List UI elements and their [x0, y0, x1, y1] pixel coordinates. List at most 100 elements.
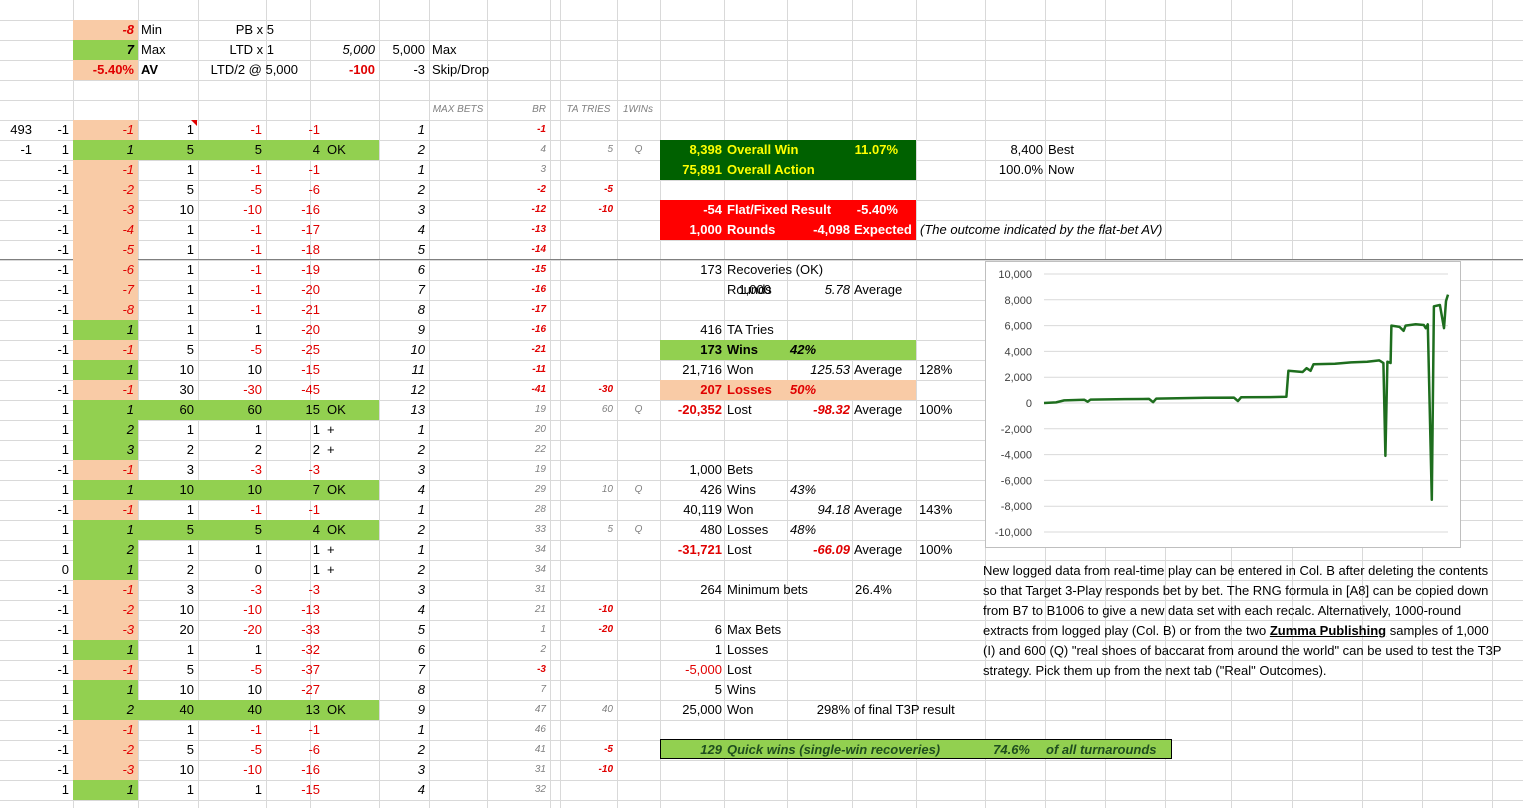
quick-wins-pct[interactable]: 74.6%: [978, 740, 1034, 760]
cell-h[interactable]: 2: [379, 140, 429, 160]
cell-g[interactable]: [324, 620, 379, 640]
cell-h[interactable]: 6: [379, 640, 429, 660]
flat-result-value[interactable]: -54: [660, 200, 726, 220]
cell-br[interactable]: 46: [487, 720, 550, 740]
now-value[interactable]: 100.0%: [985, 160, 1047, 180]
cell-a[interactable]: [0, 720, 36, 740]
cell-ta-tries[interactable]: [560, 780, 617, 800]
cell-d[interactable]: 1: [138, 320, 198, 340]
cell-d[interactable]: 3: [138, 580, 198, 600]
cell-g[interactable]: +: [324, 440, 379, 460]
cell-d[interactable]: 1: [138, 640, 198, 660]
cell-b[interactable]: 1: [36, 520, 73, 540]
min-label-cell[interactable]: Min: [138, 20, 198, 40]
cell-a[interactable]: [0, 420, 36, 440]
cell-d[interactable]: 5: [138, 180, 198, 200]
cell-h[interactable]: 1: [379, 540, 429, 560]
cell-g[interactable]: OK: [324, 520, 379, 540]
max-word-cell[interactable]: Max: [429, 40, 489, 60]
av-value-cell[interactable]: -5.40%: [73, 60, 138, 80]
cell-a[interactable]: [0, 740, 36, 760]
cell-b[interactable]: 1: [36, 540, 73, 560]
cell-c[interactable]: -7: [73, 280, 138, 300]
cell-f[interactable]: -27: [266, 680, 324, 700]
cell-d[interactable]: 1: [138, 240, 198, 260]
cell-f[interactable]: -16: [266, 760, 324, 780]
cell-ta-tries[interactable]: [560, 280, 617, 300]
cell-c[interactable]: -1: [73, 500, 138, 520]
cell-c[interactable]: -1: [73, 720, 138, 740]
cell-e[interactable]: -1: [198, 300, 266, 320]
cell-br[interactable]: 31: [487, 580, 550, 600]
cell-d[interactable]: 10: [138, 200, 198, 220]
cell-c[interactable]: -1: [73, 460, 138, 480]
cell-1wins[interactable]: [617, 460, 660, 480]
cell-d[interactable]: 3: [138, 460, 198, 480]
cell-b[interactable]: 1: [36, 140, 73, 160]
cell-b[interactable]: -1: [36, 600, 73, 620]
lost2-average[interactable]: -66.09: [790, 540, 854, 560]
cell-1wins[interactable]: [617, 220, 660, 240]
cell-ta-tries[interactable]: [560, 160, 617, 180]
cell-d[interactable]: 40: [138, 700, 198, 720]
cell-h[interactable]: 2: [379, 180, 429, 200]
cell-br[interactable]: -1: [487, 120, 550, 140]
cell-a[interactable]: [0, 600, 36, 620]
lost-average-label[interactable]: Average: [851, 400, 916, 420]
cell-g[interactable]: OK: [324, 700, 379, 720]
cell-g[interactable]: [324, 680, 379, 700]
cell-c[interactable]: -4: [73, 220, 138, 240]
cell-c[interactable]: -1: [73, 380, 138, 400]
cell-h[interactable]: 4: [379, 220, 429, 240]
cell-1wins[interactable]: [617, 780, 660, 800]
cell-e[interactable]: 1: [198, 640, 266, 660]
cell-br[interactable]: -15: [487, 260, 550, 280]
cell-b[interactable]: -1: [36, 740, 73, 760]
cell-1wins[interactable]: [617, 540, 660, 560]
max-label-cell[interactable]: Max: [138, 40, 198, 60]
best-value[interactable]: 8,400: [985, 140, 1047, 160]
wins2-pct[interactable]: 43%: [787, 480, 847, 500]
cell-1wins[interactable]: [617, 720, 660, 740]
cell-h[interactable]: 2: [379, 740, 429, 760]
cell-ta-tries[interactable]: [560, 640, 617, 660]
cell-br[interactable]: -11: [487, 360, 550, 380]
cell-f[interactable]: -17: [266, 220, 324, 240]
cell-a[interactable]: [0, 300, 36, 320]
cell-1wins[interactable]: [617, 660, 660, 680]
cell-ta-tries[interactable]: 40: [560, 700, 617, 720]
cell-e[interactable]: 5: [198, 140, 266, 160]
mb-wins-label[interactable]: Wins: [724, 680, 784, 700]
cell-h[interactable]: 8: [379, 300, 429, 320]
cell-ta-tries[interactable]: [560, 720, 617, 740]
cell-g[interactable]: +: [324, 420, 379, 440]
cell-a[interactable]: [0, 580, 36, 600]
now-label[interactable]: Now: [1045, 160, 1105, 180]
cell-c[interactable]: -2: [73, 180, 138, 200]
mb-losses-value[interactable]: 1: [660, 640, 726, 660]
skip-label-cell[interactable]: Skip/Drop: [429, 60, 519, 80]
cell-f[interactable]: 1: [266, 560, 324, 580]
cell-b[interactable]: -1: [36, 340, 73, 360]
cell-b[interactable]: -1: [36, 120, 73, 140]
cell-c[interactable]: -1: [73, 160, 138, 180]
cell-f[interactable]: -1: [266, 120, 324, 140]
pb-cell[interactable]: PB x 5: [198, 20, 278, 40]
cell-h[interactable]: 6: [379, 260, 429, 280]
cell-ta-tries[interactable]: [560, 500, 617, 520]
cell-br[interactable]: -13: [487, 220, 550, 240]
cell-1wins[interactable]: [617, 260, 660, 280]
cell-d[interactable]: 5: [138, 140, 198, 160]
quick-wins-value[interactable]: 129: [660, 740, 726, 760]
cell-g[interactable]: [324, 600, 379, 620]
cell-g[interactable]: [324, 580, 379, 600]
cell-h[interactable]: 3: [379, 580, 429, 600]
cell-d[interactable]: 10: [138, 600, 198, 620]
cell-g[interactable]: [324, 260, 379, 280]
cell-f[interactable]: -20: [266, 280, 324, 300]
cell-c[interactable]: 1: [73, 140, 138, 160]
cell-d[interactable]: 10: [138, 760, 198, 780]
cell-1wins[interactable]: Q: [617, 400, 660, 420]
mb-lost-label[interactable]: Lost: [724, 660, 784, 680]
cell-g[interactable]: [324, 160, 379, 180]
